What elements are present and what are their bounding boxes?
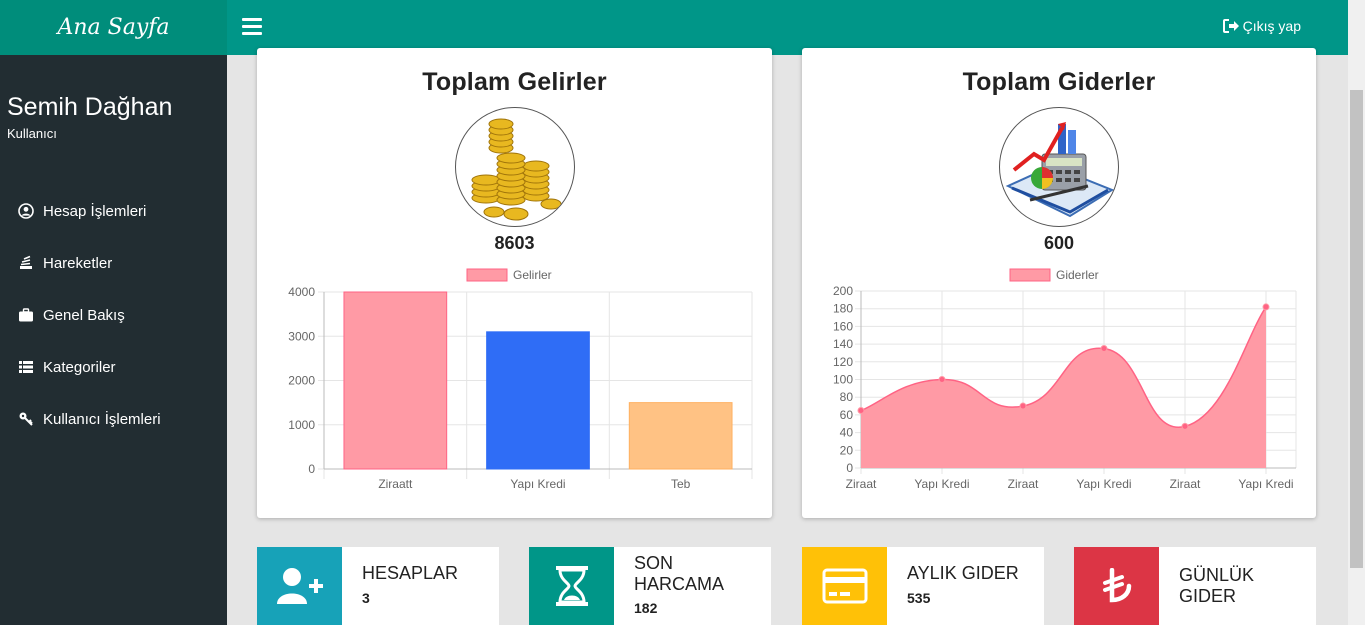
sidebar-item-genel-bakis[interactable]: Genel Bakış	[0, 289, 227, 341]
expense-card-title: Toplam Giderler	[962, 68, 1156, 96]
income-card: Toplam Gelirler 8603 Gelirler 0 1000 2000 30…	[257, 48, 772, 518]
infobox-label: HESAPLAR	[362, 563, 459, 583]
x-tick-label: Teb	[671, 477, 691, 491]
hourglass-icon	[555, 566, 588, 606]
stack-exchange-icon	[18, 255, 34, 271]
bar	[343, 291, 448, 470]
sign-out-icon	[1222, 19, 1239, 33]
chart-legend: Giderler	[1009, 268, 1099, 282]
y-tick-label: 60	[840, 408, 854, 422]
x-tick-label: Yapı Kredi	[1076, 477, 1131, 491]
infobox-label: GÜNLÜK GIDER	[1179, 565, 1255, 606]
legend-swatch	[466, 268, 508, 282]
sidebar-item-label: Kullanıcı İşlemleri	[43, 410, 161, 428]
calculator-chart-image	[999, 107, 1119, 227]
y-tick-label: 100	[833, 373, 853, 387]
lira-icon	[1102, 568, 1131, 603]
y-tick-label: 0	[846, 461, 853, 475]
sidebar-item-kategoriler[interactable]: Kategoriler	[0, 341, 227, 393]
data-point	[1100, 345, 1108, 353]
user-circle-icon	[18, 203, 34, 219]
infobox-value: 3	[362, 590, 370, 606]
y-tick-label: 4000	[288, 285, 315, 299]
infobox-value: 182	[634, 600, 658, 616]
y-tick-label: 0	[308, 462, 315, 476]
y-tick-label: 200	[833, 284, 853, 298]
sidebar-item-kullanici-islemleri[interactable]: Kullanıcı İşlemleri	[0, 393, 227, 445]
page-scrollbar[interactable]	[1348, 0, 1365, 625]
x-tick-label: Yapı Kredi	[510, 477, 565, 491]
infobox-label: AYLIK GIDER	[907, 563, 1019, 583]
briefcase-icon	[18, 307, 34, 323]
income-total: 8603	[494, 233, 535, 253]
sidebar-item-label: Hesap İşlemleri	[43, 202, 147, 220]
x-tick-label: Ziraat	[1170, 477, 1201, 491]
y-tick-label: 160	[833, 319, 853, 333]
sidebar-item-hareketler[interactable]: Hareketler	[0, 237, 227, 289]
user-name: Semih Dağhan	[7, 93, 173, 121]
income-bar-chart: Gelirler 0 1000 2000 3000 4000 Ziraatt Yapı Kre…	[288, 268, 753, 491]
x-tick-label: Yapı Kredi	[1238, 477, 1293, 491]
infobox-gunluk-gider[interactable]: GÜNLÜK GIDER	[1074, 547, 1316, 625]
x-tick-label: Yapı Kredi	[914, 477, 969, 491]
y-tick-label: 2000	[288, 374, 315, 388]
infobox-icon-area	[529, 547, 614, 625]
y-tick-label: 1000	[288, 418, 315, 432]
infobox-icon-area	[1074, 547, 1159, 625]
infobox-icon-area	[802, 547, 887, 625]
infobox-label: SON HARCAMA	[634, 553, 725, 594]
y-tick-label: 180	[833, 302, 853, 316]
infobox-aylik-gider[interactable]: AYLIK GIDER 535	[802, 547, 1044, 625]
y-tick-label: 3000	[288, 329, 315, 343]
scrollbar-thumb[interactable]	[1350, 90, 1363, 568]
credit-card-icon	[822, 568, 867, 604]
hamburger-menu-icon[interactable]	[242, 18, 262, 35]
user-plus-icon	[276, 568, 323, 604]
infobox-hesaplar[interactable]: HESAPLAR 3	[257, 547, 499, 625]
infobox-value: 535	[907, 590, 931, 606]
legend-label: Gelirler	[513, 268, 552, 282]
logout-button[interactable]: Çıkış yap	[1222, 18, 1301, 34]
y-tick-label: 140	[833, 337, 853, 351]
expense-area-chart: Giderler 0 20 40 60 80 100 120 140 160 180 200 Ziraa…	[833, 268, 1297, 491]
legend-label: Giderler	[1056, 268, 1099, 282]
data-point	[1181, 422, 1189, 430]
area-fill	[861, 306, 1266, 468]
sidebar-item-label: Hareketler	[43, 254, 113, 272]
x-tick-label: Ziraat	[846, 477, 877, 491]
sidebar: Ana Sayfa Semih Dağhan Kullanıcı Hesap İ…	[0, 0, 227, 625]
y-tick-label: 20	[840, 443, 854, 457]
list-icon	[18, 359, 34, 375]
bar	[486, 331, 590, 470]
x-tick-label: Ziraatt	[378, 477, 413, 491]
expense-card: Toplam Giderler 600 Giderler 0 20 40 60 80 100…	[802, 48, 1316, 518]
y-tick-label: 80	[840, 390, 854, 404]
bar	[628, 402, 733, 470]
data-point	[857, 406, 865, 414]
sidebar-menu: Hesap İşlemleri Hareketler Genel Bakış K…	[0, 185, 227, 445]
gold-coins-image	[454, 107, 575, 227]
sidebar-item-label: Genel Bakış	[43, 306, 125, 324]
sidebar-item-label: Kategoriler	[43, 358, 116, 376]
data-point	[938, 376, 946, 383]
logout-label: Çıkış yap	[1242, 18, 1301, 34]
chart-legend: Gelirler	[466, 268, 552, 282]
data-point	[1262, 303, 1270, 311]
data-point	[1019, 402, 1027, 410]
income-card-title: Toplam Gelirler	[422, 68, 607, 96]
key-icon	[18, 411, 34, 427]
y-tick-label: 40	[840, 426, 854, 440]
legend-swatch	[1009, 268, 1051, 282]
expense-total: 600	[1043, 233, 1075, 253]
x-tick-label: Ziraat	[1008, 477, 1039, 491]
infobox-icon-area	[257, 547, 342, 625]
brand-link[interactable]: Ana Sayfa	[0, 0, 227, 55]
sidebar-item-hesap-islemleri[interactable]: Hesap İşlemleri	[0, 185, 227, 237]
infobox-son-harcama[interactable]: SON HARCAMA 182	[529, 547, 771, 625]
user-role: Kullanıcı	[7, 126, 57, 141]
y-tick-label: 120	[833, 355, 853, 369]
top-navbar: Çıkış yap	[227, 0, 1348, 55]
